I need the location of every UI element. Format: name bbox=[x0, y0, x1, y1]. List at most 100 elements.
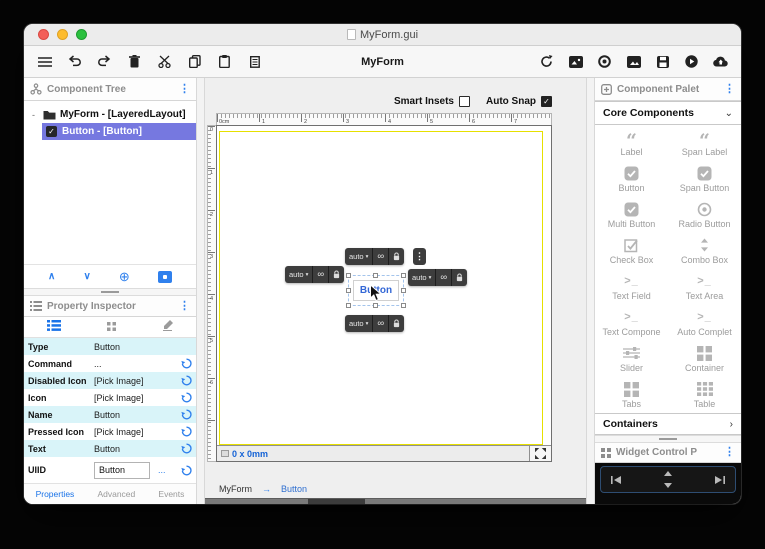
revert-icon[interactable] bbox=[181, 409, 192, 420]
step-up-icon[interactable] bbox=[664, 471, 672, 476]
property-row-uiid[interactable]: UIID ... bbox=[24, 457, 196, 483]
property-row-icon[interactable]: Icon [Pick Image] bbox=[24, 389, 196, 406]
redo-icon[interactable] bbox=[96, 53, 113, 70]
infinity-icon[interactable]: ∞ bbox=[317, 270, 324, 280]
core-components-accordion[interactable]: Core Components ⌄ bbox=[595, 101, 741, 125]
containers-accordion[interactable]: Containers › bbox=[595, 413, 741, 435]
step-down-icon[interactable] bbox=[664, 483, 672, 488]
add-component-button[interactable]: ⊕ bbox=[119, 269, 130, 285]
top-inset-stepper[interactable]: auto ▾ ∞ bbox=[345, 248, 405, 265]
revert-icon[interactable] bbox=[181, 392, 192, 403]
refresh-icon[interactable] bbox=[538, 53, 555, 70]
lock-icon[interactable] bbox=[388, 315, 404, 332]
infinity-icon[interactable]: ∞ bbox=[377, 319, 384, 329]
resize-handle[interactable] bbox=[401, 303, 406, 308]
property-row-pressed-icon[interactable]: Pressed Icon [Pick Image] bbox=[24, 423, 196, 440]
document-list-icon[interactable] bbox=[246, 53, 263, 70]
widget-menu-icon[interactable]: ⋮ bbox=[724, 447, 735, 458]
palette-item-slider[interactable]: Slider bbox=[595, 341, 668, 377]
menu-icon[interactable] bbox=[36, 53, 53, 70]
tab-style-paint[interactable] bbox=[162, 318, 173, 336]
palette-item-text-field[interactable]: >_ Text Field bbox=[595, 269, 668, 305]
left-splitter[interactable] bbox=[196, 78, 205, 504]
palette-item-table[interactable]: Table bbox=[668, 377, 741, 413]
property-row-command[interactable]: Command ... bbox=[24, 355, 196, 372]
revert-icon[interactable] bbox=[181, 426, 192, 437]
palette-item-radio-button[interactable]: Radio Button bbox=[668, 197, 741, 233]
dropdown-caret-icon[interactable]: ▾ bbox=[366, 321, 369, 327]
revert-icon[interactable] bbox=[181, 358, 192, 369]
infinity-icon[interactable]: ∞ bbox=[440, 273, 447, 283]
property-row-name[interactable]: Name Button bbox=[24, 406, 196, 423]
resize-handle[interactable] bbox=[346, 303, 351, 308]
property-row-disabled-icon[interactable]: Disabled Icon [Pick Image] bbox=[24, 372, 196, 389]
lock-icon[interactable] bbox=[451, 269, 467, 286]
dropdown-caret-icon[interactable]: ▾ bbox=[306, 272, 309, 278]
palette-item-auto-complete[interactable]: >_ Auto Complet bbox=[668, 305, 741, 341]
palette-item-container[interactable]: Container bbox=[668, 341, 741, 377]
right-splitter[interactable] bbox=[586, 78, 595, 504]
tab-advanced[interactable]: Advanced bbox=[97, 489, 135, 499]
revert-icon[interactable] bbox=[181, 465, 192, 476]
breadcrumb-current[interactable]: Button bbox=[281, 484, 307, 494]
inspector-menu-icon[interactable]: ⋮ bbox=[179, 300, 190, 312]
skip-end-icon[interactable] bbox=[715, 475, 725, 484]
paste-icon[interactable] bbox=[216, 53, 233, 70]
palette-item-label[interactable]: “ Label bbox=[595, 125, 668, 161]
tab-events[interactable]: Events bbox=[158, 489, 184, 499]
bottom-inset-stepper[interactable]: auto ▾ ∞ bbox=[345, 315, 405, 332]
save-icon[interactable] bbox=[654, 53, 671, 70]
uiid-input[interactable] bbox=[94, 461, 150, 479]
tree-node-selected[interactable]: ✓ Button - [Button] bbox=[42, 123, 196, 140]
tab-properties-grid[interactable] bbox=[107, 318, 116, 336]
palette-item-check-box[interactable]: Check Box bbox=[595, 233, 668, 269]
undo-icon[interactable] bbox=[66, 53, 83, 70]
smart-insets-toggle[interactable]: Smart Insets bbox=[394, 95, 470, 107]
move-down-button[interactable]: ∨ bbox=[83, 271, 90, 282]
panel-resize-handle[interactable] bbox=[595, 435, 741, 443]
horizontal-scrollbar[interactable] bbox=[205, 498, 586, 504]
skip-start-icon[interactable] bbox=[611, 475, 621, 484]
resize-handle[interactable] bbox=[373, 303, 378, 308]
screenshot-icon[interactable] bbox=[567, 53, 584, 70]
delete-icon[interactable] bbox=[126, 53, 143, 70]
palette-item-span-button[interactable]: Span Button bbox=[668, 161, 741, 197]
tree-menu-icon[interactable]: ⋮ bbox=[179, 83, 190, 95]
palette-item-tabs[interactable]: Tabs bbox=[595, 377, 668, 413]
palette-menu-icon[interactable]: ⋮ bbox=[724, 83, 735, 95]
tab-properties-list[interactable] bbox=[47, 318, 61, 336]
cut-icon[interactable] bbox=[156, 53, 173, 70]
auto-snap-checkbox[interactable]: ✓ bbox=[541, 95, 552, 107]
resize-handle[interactable] bbox=[346, 273, 351, 278]
play-icon[interactable] bbox=[683, 53, 700, 70]
infinity-icon[interactable]: ∞ bbox=[377, 252, 384, 262]
tab-properties[interactable]: Properties bbox=[36, 489, 75, 499]
property-row-type[interactable]: Type Button bbox=[24, 338, 196, 355]
palette-item-button[interactable]: Button bbox=[595, 161, 668, 197]
resize-handle[interactable] bbox=[346, 287, 351, 293]
collapse-toggle[interactable]: - bbox=[32, 110, 39, 120]
image-icon[interactable] bbox=[625, 53, 642, 70]
uiid-more-button[interactable]: ... bbox=[158, 465, 166, 475]
smart-insets-checkbox[interactable] bbox=[459, 95, 470, 107]
palette-item-span-label[interactable]: “ Span Label bbox=[668, 125, 741, 161]
copy-icon[interactable] bbox=[186, 53, 203, 70]
revert-icon[interactable] bbox=[181, 375, 192, 386]
lock-icon[interactable] bbox=[388, 248, 404, 265]
breadcrumb-root[interactable]: MyForm bbox=[219, 484, 252, 494]
focus-button[interactable] bbox=[157, 270, 172, 283]
upload-icon[interactable] bbox=[712, 53, 729, 70]
auto-snap-toggle[interactable]: Auto Snap ✓ bbox=[486, 95, 552, 107]
canvas-button-component[interactable]: Button bbox=[353, 280, 399, 301]
tree-node-root[interactable]: - MyForm - [LayeredLayout] bbox=[24, 107, 196, 122]
revert-icon[interactable] bbox=[181, 443, 192, 454]
scrollbar-thumb[interactable] bbox=[307, 499, 365, 504]
resize-handle[interactable] bbox=[373, 273, 378, 278]
expand-canvas-button[interactable] bbox=[529, 446, 551, 461]
form-canvas[interactable]: auto ▾ ∞ ⋮ auto ▾ ∞ auto ▾ ∞ auto ▾ ∞ Bu… bbox=[217, 126, 551, 445]
property-row-text[interactable]: Text Button bbox=[24, 440, 196, 457]
panel-resize-handle[interactable] bbox=[24, 288, 196, 296]
palette-item-multi-button[interactable]: Multi Button bbox=[595, 197, 668, 233]
dropdown-caret-icon[interactable]: ▾ bbox=[429, 275, 432, 281]
record-icon[interactable] bbox=[596, 53, 613, 70]
